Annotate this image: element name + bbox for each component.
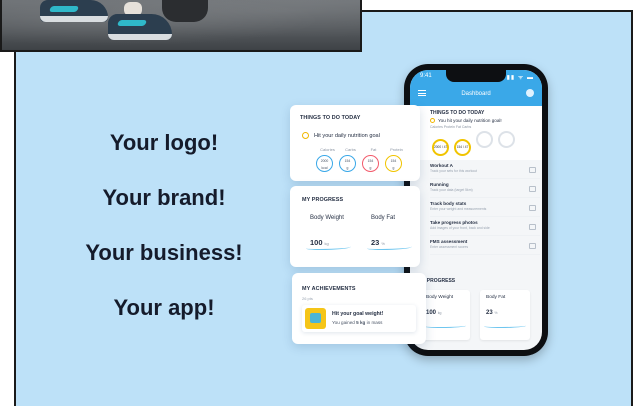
screen-ring-carbs [498, 131, 515, 149]
phone-screen: 9:41 ▮▮ ᯤ ▬ Dashboard THINGS TO DO TODAY… [410, 70, 542, 350]
hero-photo-overlay [0, 0, 362, 52]
trend-line [484, 324, 526, 328]
ring-fat: 154 g [362, 155, 379, 172]
card-value: 100 kg [420, 300, 470, 316]
card-unit: kg [437, 311, 442, 315]
item-title: Take progress photos [430, 220, 478, 225]
desc-text: in mass [365, 320, 383, 325]
screen-todo-heading: THINGS TO DO TODAY [430, 110, 485, 116]
goal-check-icon [430, 118, 435, 124]
slogan-app: Your app! [113, 295, 215, 320]
ring-calories: 2000 kcal [316, 155, 333, 172]
status-icons: ▮▮ ᯤ ▬ [506, 75, 534, 81]
card-label: Body Fat [486, 295, 506, 300]
shoe-icon [529, 186, 536, 192]
desc-amount: 5 kg [356, 320, 366, 325]
card-value: 23 % [480, 300, 530, 316]
todo-heading: THINGS TO DO TODAY [300, 115, 361, 121]
achievement-description: You gained 5 kg in mass [332, 320, 382, 325]
slogan-logo: Your logo! [109, 130, 219, 155]
achievement-points: 26 pts [302, 296, 313, 301]
screen-todo-section: THINGS TO DO TODAY You hit your daily nu… [410, 106, 542, 160]
camera-icon [529, 224, 536, 230]
legend-fat: Fat [370, 147, 377, 152]
ring-value: 154 [390, 159, 397, 163]
screen-card-weight[interactable]: Body Weight 100 kg [420, 290, 470, 340]
list-item[interactable]: Track body stats Enter your weight and me… [430, 201, 540, 217]
desc-text: You gained [332, 320, 357, 325]
macro-legend: Calories Carbs Fat Protein [316, 147, 410, 152]
screen-goal-label: You hit your daily nutrition goal! [438, 118, 502, 123]
achievement-title: Hit your goal weight! [332, 311, 384, 317]
trend-line [306, 245, 351, 250]
scale-icon [529, 205, 536, 211]
sneaker [40, 0, 108, 22]
goal-label: Hit your daily nutrition goal [314, 132, 380, 139]
list-item[interactable]: Workout A Track your sets for this workou… [430, 163, 540, 179]
ring-unit: g [369, 166, 372, 170]
ring-protein: 154 g [385, 155, 402, 172]
item-subtitle: Track your sets for this workout [430, 169, 477, 173]
app-title: Dashboard [461, 91, 491, 97]
achievements-card[interactable]: MY ACHIEVEMENTS 26 pts Hit your goal wei… [292, 273, 426, 344]
item-subtitle: Track your data (target 5km) [430, 188, 473, 192]
ring-value: 2000 [320, 159, 329, 163]
legend-protein: Protein [390, 147, 403, 152]
sneaker [108, 14, 172, 40]
pencil-icon [529, 243, 536, 249]
ring-unit: kcal [321, 166, 328, 170]
item-title: Track body stats [430, 201, 467, 206]
card-number: 100 [426, 310, 437, 316]
screen-ring-calories: 2000 / 47 [432, 139, 449, 157]
screen-ring-protein: 154 / 47 [454, 139, 471, 157]
profile-icon[interactable] [526, 89, 534, 97]
achievement-item[interactable]: Hit your goal weight! You gained 5 kg in… [302, 305, 416, 332]
card-label: Body Weight [310, 215, 344, 221]
card-label: Body Weight [426, 295, 454, 300]
progress-heading: MY PROGRESS [302, 197, 344, 203]
phone-notch [446, 70, 506, 82]
trend-line [367, 245, 412, 250]
kettlebell [162, 0, 208, 22]
screen-ring-legend: Calories Protein Fat Carbs [430, 125, 472, 129]
ring-carbs: 154 g [339, 155, 356, 172]
screen-goal[interactable]: You hit your daily nutrition goal! [410, 118, 542, 124]
list-item[interactable]: Take progress photos Add images of your f… [430, 220, 540, 236]
screen-card-fat[interactable]: Body Fat 23 % [480, 290, 530, 340]
macro-rings: 2000 kcal 154 g 154 g 154 g [316, 155, 416, 174]
legend-calories: Calories [320, 147, 335, 152]
progress-card[interactable]: MY PROGRESS Body Weight 100 kg Body Fat 2… [290, 186, 420, 267]
card-label: Body Fat [371, 215, 396, 221]
screen-ring-fat [476, 131, 493, 149]
slogan-list: Your logo! Your brand! Your business! Yo… [64, 118, 264, 338]
scale-trophy-icon [305, 308, 326, 329]
item-subtitle: Add images of your front, back and side [430, 226, 490, 230]
item-subtitle: Enter assessment scores [430, 245, 469, 249]
ring-value: 154 [367, 159, 374, 163]
ring-unit: g [392, 166, 395, 170]
item-subtitle: Enter your weight and measurements [430, 207, 487, 211]
body-weight-card[interactable]: Body Weight 100 kg [302, 208, 355, 258]
list-item[interactable]: FMS assessment Enter assessment scores [430, 239, 540, 255]
item-title: Workout A [430, 163, 453, 168]
card-number: 23 [486, 310, 493, 316]
status-time: 9:41 [420, 73, 432, 79]
goal-check-icon [302, 132, 309, 139]
ring-value: 154 [344, 159, 351, 163]
slogan-brand: Your brand! [102, 185, 226, 210]
list-item[interactable]: Running Track your data (target 5km) [430, 182, 540, 198]
todo-card[interactable]: THINGS TO DO TODAY Hit your daily nutrit… [290, 105, 420, 181]
item-title: Running [430, 182, 449, 187]
slogan-business: Your business! [85, 240, 243, 265]
trend-line [424, 324, 466, 328]
screen-rings: 2000 / 47 154 / 47 [410, 131, 542, 157]
legend-carbs: Carbs [345, 147, 356, 152]
ring-unit: g [346, 166, 349, 170]
card-unit: % [494, 311, 498, 315]
item-title: FMS assessment [430, 239, 468, 244]
clipboard-icon [529, 167, 536, 173]
nutrition-goal[interactable]: Hit your daily nutrition goal [302, 132, 380, 139]
achievements-heading: MY ACHIEVEMENTS [302, 286, 356, 292]
body-fat-card[interactable]: Body Fat 23% [363, 208, 416, 258]
